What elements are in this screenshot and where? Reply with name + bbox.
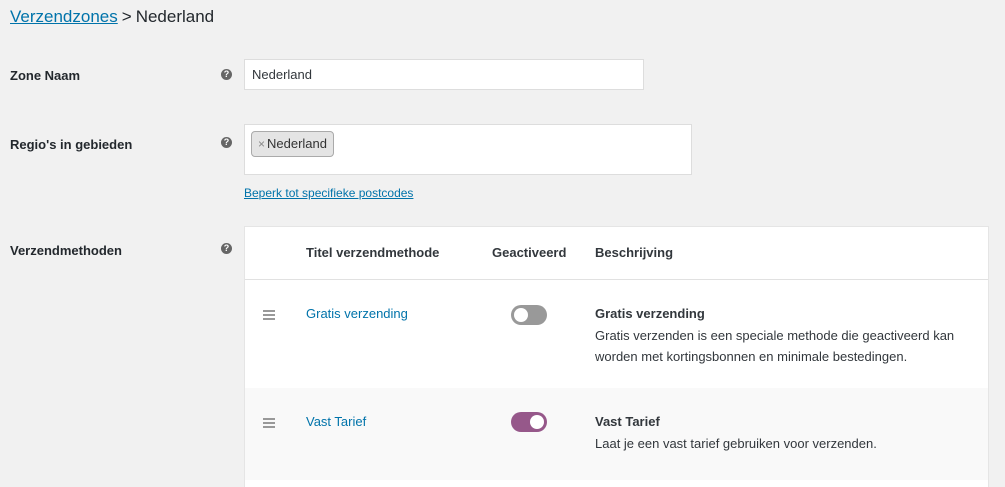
regions-select[interactable]: × Nederland [244, 124, 692, 175]
remove-tag-icon[interactable]: × [258, 137, 265, 151]
method-description-text: Gratis verzenden is een speciale methode… [595, 328, 955, 364]
toggle-knob [514, 308, 528, 322]
column-header-title: Titel verzendmethode [306, 245, 440, 260]
method-title-link[interactable]: Vast Tarief [306, 414, 366, 429]
breadcrumb: Verzendzones > Nederland [10, 6, 214, 28]
table-row: Vast Tarief Vast Tarief Laat je een vast… [245, 388, 988, 480]
regions-label: Regio's in gebieden [10, 137, 133, 152]
method-description-text: Laat je een vast tarief gebruiken voor v… [595, 436, 877, 451]
table-header: Titel verzendmethode Geactiveerd Beschri… [245, 227, 988, 280]
method-description-title: Vast Tarief [595, 414, 660, 429]
column-header-enabled: Geactiveerd [492, 245, 567, 260]
help-icon[interactable]: ? [221, 69, 232, 80]
method-description-title: Gratis verzending [595, 306, 705, 321]
zone-name-input[interactable]: Nederland [244, 59, 644, 90]
breadcrumb-separator: > [121, 7, 132, 26]
page-title: Nederland [135, 7, 215, 26]
shipping-methods-label: Verzendmethoden [10, 243, 122, 258]
drag-handle-icon[interactable] [263, 310, 275, 322]
method-enabled-toggle[interactable] [511, 412, 547, 432]
region-tag-label: Nederland [267, 136, 328, 151]
region-tag: × Nederland [251, 131, 335, 157]
shipping-methods-table: Titel verzendmethode Geactiveerd Beschri… [244, 226, 989, 487]
help-icon[interactable]: ? [221, 243, 232, 254]
breadcrumb-link-shipping-zones[interactable]: Verzendzones [10, 7, 118, 26]
limit-postcodes-link[interactable]: Beperk tot specifieke postcodes [244, 186, 413, 200]
drag-handle-icon[interactable] [263, 418, 275, 430]
zone-name-label: Zone Naam [10, 68, 81, 83]
toggle-knob [530, 415, 544, 429]
column-header-description: Beschrijving [595, 245, 674, 260]
method-enabled-toggle[interactable] [511, 305, 547, 325]
method-title-link[interactable]: Gratis verzending [306, 306, 408, 321]
table-row: Gratis verzending Gratis verzending Grat… [245, 280, 988, 388]
help-icon[interactable]: ? [221, 137, 232, 148]
